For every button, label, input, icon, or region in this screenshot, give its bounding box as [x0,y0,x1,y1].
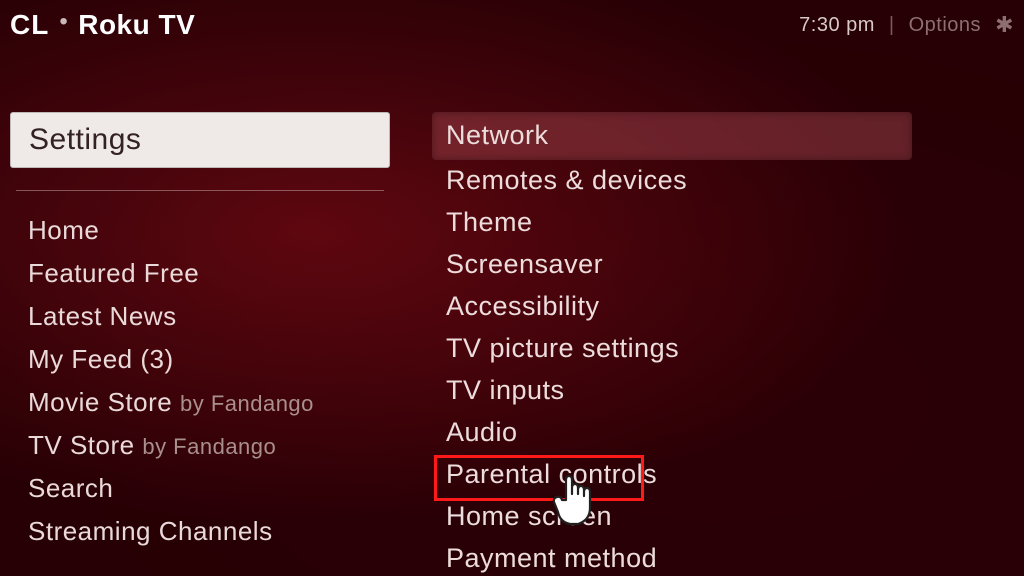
nav-item-latest-news[interactable]: Latest News [28,295,390,338]
left-nav-divider [16,190,384,191]
settings-item-accessibility[interactable]: Accessibility [432,286,912,328]
settings-item-label: Parental controls [446,459,657,489]
settings-item-label: Screensaver [446,249,603,279]
nav-item-label: Movie Store [28,387,172,417]
settings-item-label: Accessibility [446,291,600,321]
brand-prefix: CL [10,9,49,41]
settings-item-remotes[interactable]: Remotes & devices [432,160,912,202]
settings-item-label: Payment method [446,543,657,573]
brand-separator-dot: • [59,8,68,36]
settings-item-audio[interactable]: Audio [432,412,912,454]
nav-item-label: TV Store [28,430,135,460]
settings-item-label: Remotes & devices [446,165,687,195]
nav-item-tv-store[interactable]: TV Store by Fandango [28,424,390,467]
settings-item-home-screen[interactable]: Home screen [432,496,912,538]
settings-item-label: Audio [446,417,518,447]
left-nav: Settings Home Featured Free Latest News … [10,112,390,553]
brand-main: Roku TV [78,9,195,41]
nav-item-movie-store[interactable]: Movie Store by Fandango [28,381,390,424]
settings-item-screensaver[interactable]: Screensaver [432,244,912,286]
settings-item-label: TV picture settings [446,333,679,363]
nav-item-label: Streaming Channels [28,516,273,546]
left-nav-items: Home Featured Free Latest News My Feed (… [10,209,390,553]
header-separator: | [889,14,895,37]
settings-item-theme[interactable]: Theme [432,202,912,244]
settings-item-payment-method[interactable]: Payment method [432,538,912,576]
settings-item-tv-inputs[interactable]: TV inputs [432,370,912,412]
nav-item-label: Home [28,215,99,245]
nav-item-label: Featured Free [28,258,199,288]
nav-item-featured-free[interactable]: Featured Free [28,252,390,295]
settings-item-label: Network [446,120,549,150]
nav-item-my-feed[interactable]: My Feed (3) [28,338,390,381]
settings-item-label: Home screen [446,501,612,531]
options-star-icon[interactable]: ✱ [995,12,1014,38]
left-nav-title: Settings [10,112,390,168]
nav-item-label: Latest News [28,301,177,331]
nav-item-suffix: by Fandango [180,391,314,416]
nav-item-label: My Feed (3) [28,344,174,374]
settings-item-parental-controls[interactable]: Parental controls [432,454,912,496]
header-bar: CL • Roku TV 7:30 pm | Options ✱ [0,0,1024,50]
settings-item-tv-picture[interactable]: TV picture settings [432,328,912,370]
settings-list: Network Remotes & devices Theme Screensa… [432,112,912,576]
nav-item-home[interactable]: Home [28,209,390,252]
settings-item-label: TV inputs [446,375,565,405]
options-label[interactable]: Options [909,14,981,37]
brand: CL • Roku TV [10,9,195,41]
nav-item-label: Search [28,473,113,503]
nav-item-search[interactable]: Search [28,467,390,510]
clock: 7:30 pm [799,14,875,37]
settings-item-network[interactable]: Network [432,112,912,160]
header-right: 7:30 pm | Options ✱ [799,12,1014,38]
settings-item-label: Theme [446,207,533,237]
nav-item-streaming-channels[interactable]: Streaming Channels [28,510,390,553]
nav-item-suffix: by Fandango [142,434,276,459]
